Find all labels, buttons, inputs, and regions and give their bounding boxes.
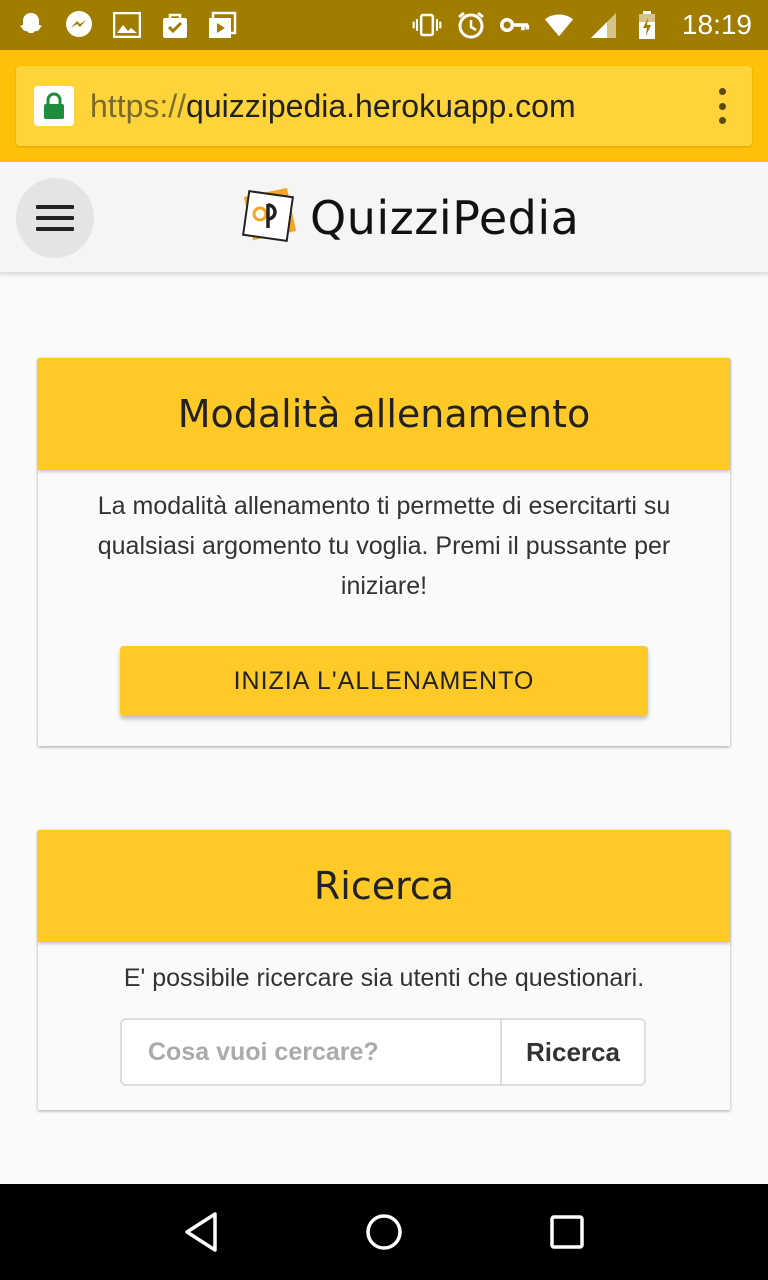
clock: 18:19 — [681, 9, 752, 40]
snapchat-icon — [16, 10, 46, 40]
training-card-title: Modalità allenamento — [177, 392, 591, 436]
training-card-description: La modalità allenamento ti permette di e… — [97, 492, 671, 600]
url-host: quizzipedia.herokuapp.com — [186, 87, 576, 124]
brand-title: QuizziPedia — [310, 191, 580, 245]
vibrate-icon — [412, 10, 442, 40]
gallery-icon — [112, 10, 142, 40]
notification-icons — [16, 10, 238, 40]
back-icon[interactable] — [171, 1202, 231, 1262]
training-card-header: Modalità allenamento — [38, 358, 730, 470]
app-header: QuizziPedia — [0, 162, 768, 274]
url-text[interactable]: https://quizzipedia.herokuapp.com — [90, 88, 576, 125]
browser-toolbar: https://quizzipedia.herokuapp.com — [0, 50, 768, 162]
search-card: Ricerca E' possibile ricercare sia utent… — [38, 830, 730, 1110]
search-card-title: Ricerca — [313, 864, 455, 908]
battery-icon — [632, 10, 662, 40]
system-icons: 18:19 — [412, 9, 752, 41]
messenger-icon — [64, 10, 94, 40]
signal-icon — [588, 10, 618, 40]
home-icon[interactable] — [354, 1202, 414, 1262]
search-button[interactable]: Ricerca — [500, 1018, 646, 1086]
alarm-icon — [456, 10, 486, 40]
training-card: Modalità allenamento La modalità allenam… — [38, 358, 730, 746]
url-scheme: https:// — [90, 87, 187, 124]
system-navigation-bar — [0, 1184, 768, 1280]
quizzipedia-logo — [240, 186, 300, 251]
search-input[interactable] — [120, 1018, 500, 1086]
url-bar[interactable]: https://quizzipedia.herokuapp.com — [16, 66, 752, 146]
play-store-icon — [208, 10, 238, 40]
search-card-description: E' possibile ricercare sia utenti che qu… — [123, 964, 645, 992]
brand[interactable]: QuizziPedia — [240, 186, 579, 250]
search-card-header: Ricerca — [38, 830, 730, 942]
search-form: Ricerca — [120, 1018, 646, 1086]
lock-icon[interactable] — [34, 86, 74, 126]
more-vert-icon[interactable] — [710, 86, 734, 126]
wifi-icon — [544, 10, 574, 40]
shopping-bag-icon — [160, 10, 190, 40]
key-icon — [499, 10, 530, 40]
status-bar: 18:19 — [0, 0, 768, 50]
hamburger-icon[interactable] — [16, 178, 94, 258]
recents-icon[interactable] — [537, 1202, 597, 1262]
start-training-button[interactable]: INIZIA L'ALLENAMENTO — [120, 646, 648, 716]
